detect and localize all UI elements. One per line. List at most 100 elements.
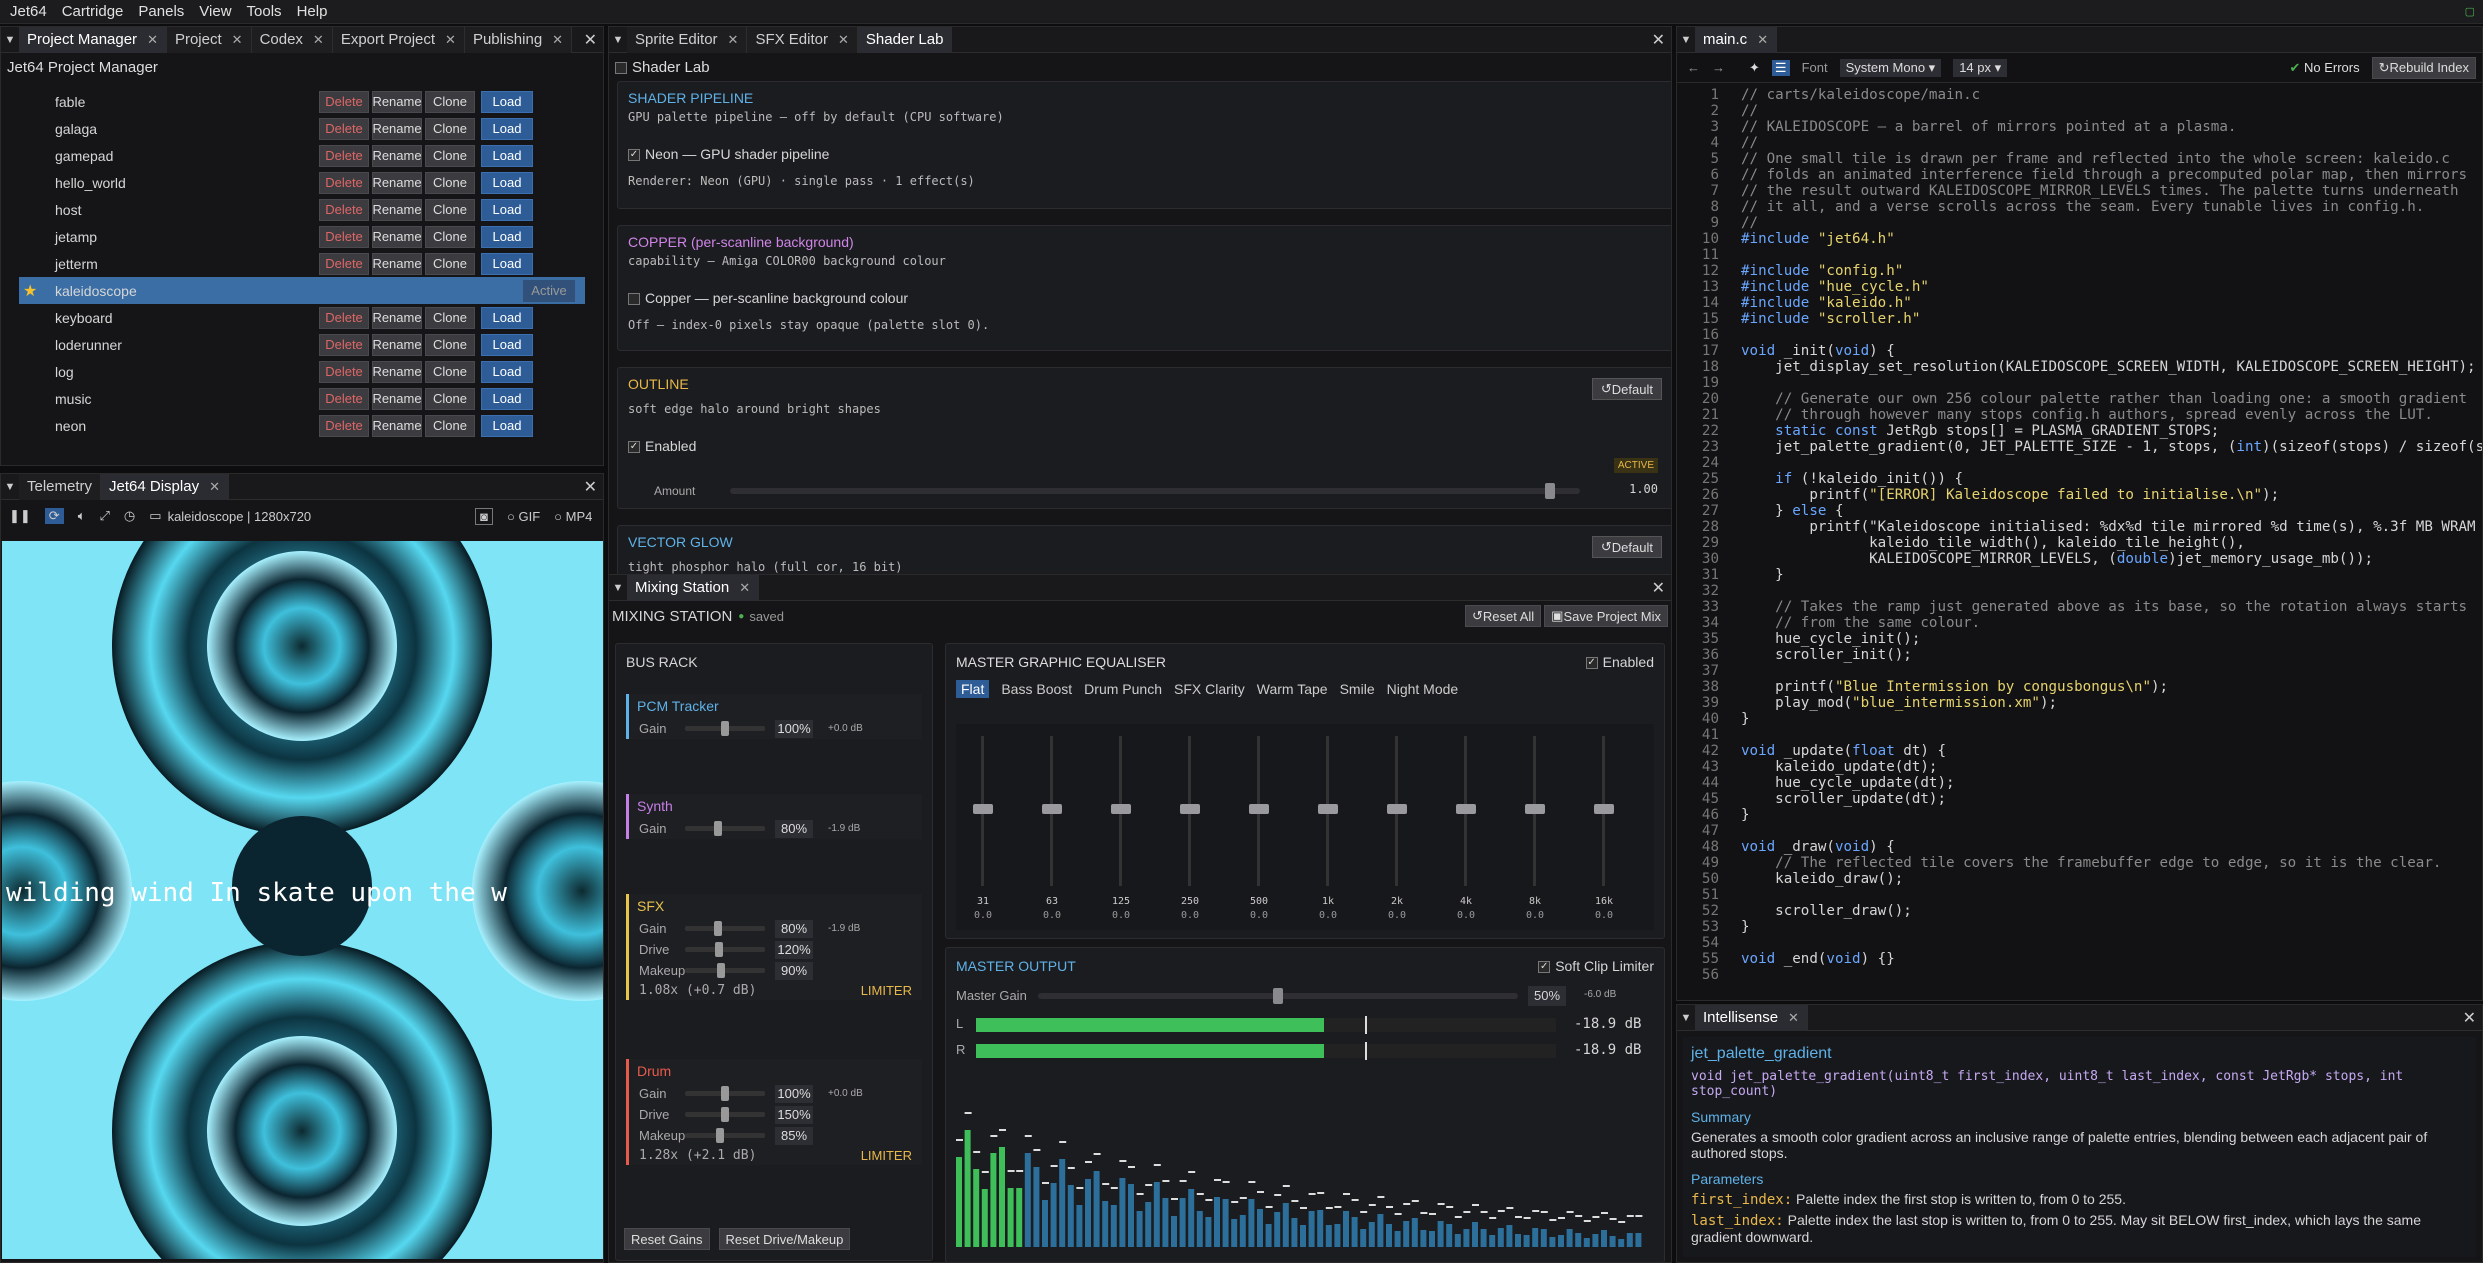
code-line[interactable]: 3 // KALEIDOSCOPE — a barrel of mirrors p…	[1677, 119, 2482, 135]
delete-button[interactable]: Delete	[319, 306, 369, 329]
load-button[interactable]: Load	[481, 333, 533, 356]
tab-sprite-editor[interactable]: Sprite Editor ✕	[627, 27, 748, 53]
tab-main-c[interactable]: main.c ✕	[1695, 27, 1778, 53]
eq-preset-night-mode[interactable]: Night Mode	[1387, 681, 1459, 697]
close-icon[interactable]: ✕	[584, 30, 597, 50]
eq-slider-handle[interactable]	[1387, 804, 1407, 814]
menu-panels[interactable]: Panels	[138, 3, 184, 20]
code-line[interactable]: 4 //	[1677, 135, 2482, 151]
eq-slider-handle[interactable]	[1249, 804, 1269, 814]
checkbox-icon[interactable]: ✓	[1585, 657, 1598, 670]
checkbox-icon[interactable]	[628, 293, 640, 306]
rename-button[interactable]: Rename	[372, 198, 422, 221]
code-line[interactable]: 22 static const JetRgb stops[] = PLASMA_…	[1677, 423, 2482, 439]
clone-button[interactable]: Clone	[425, 306, 475, 329]
project-row-gamepad[interactable]: gamepad Delete Rename Clone Load	[19, 142, 585, 169]
param-slider[interactable]	[685, 921, 765, 936]
param-slider[interactable]	[685, 821, 765, 836]
code-line[interactable]: 13 #include "hue_cycle.h"	[1677, 279, 2482, 295]
copper-toggle[interactable]: Copper — per-scanline background colour	[628, 290, 1662, 306]
code-line[interactable]: 53}	[1677, 919, 2482, 935]
load-button[interactable]: Load	[481, 414, 533, 437]
magic-wand-icon[interactable]: ✦	[1749, 60, 1760, 76]
delete-button[interactable]: Delete	[319, 333, 369, 356]
code-line[interactable]: 8 // it all, and a verse scrolls across t…	[1677, 199, 2482, 215]
tab-jet64-display[interactable]: Jet64 Display ✕	[101, 474, 229, 500]
code-line[interactable]: 49 // The reflected tile covers the fram…	[1677, 855, 2482, 871]
project-row-host[interactable]: host Delete Rename Clone Load	[19, 196, 585, 223]
reset-gains-button[interactable]: Reset Gains	[624, 1228, 710, 1250]
code-line[interactable]: 12 #include "config.h"	[1677, 263, 2482, 279]
tab-telemetry[interactable]: Telemetry	[19, 474, 102, 500]
eq-slider-handle[interactable]	[973, 804, 993, 814]
code-line[interactable]: 23 jet_palette_gradient(0, JET_PALETTE_S…	[1677, 439, 2482, 455]
tab-project-manager[interactable]: Project Manager ✕	[19, 27, 167, 53]
checkbox-icon[interactable]: ✓	[628, 149, 640, 162]
code-line[interactable]: 19	[1677, 375, 2482, 391]
project-row-hello_world[interactable]: hello_world Delete Rename Clone Load	[19, 169, 585, 196]
clone-button[interactable]: Clone	[425, 333, 475, 356]
project-row-keyboard[interactable]: keyboard Delete Rename Clone Load	[19, 304, 585, 331]
eq-preset-sfx-clarity[interactable]: SFX Clarity	[1174, 681, 1245, 697]
load-button[interactable]: Load	[481, 90, 533, 113]
font-select[interactable]: System Mono ▾	[1839, 58, 1942, 77]
speaker-icon[interactable]: 🔈︎	[78, 508, 86, 524]
code-line[interactable]: 55 void _end(void) {}	[1677, 951, 2482, 967]
reset-all-button[interactable]: ↺ Reset All	[1464, 605, 1542, 627]
rename-button[interactable]: Rename	[372, 360, 422, 383]
code-line[interactable]: 34 // from the same colour.	[1677, 615, 2482, 631]
code-line[interactable]: 17 void _init(void) {	[1677, 343, 2482, 359]
code-line[interactable]: 45 scroller_update(dt);	[1677, 791, 2482, 807]
param-slider[interactable]	[685, 942, 765, 957]
eq-slider-handle[interactable]	[1525, 804, 1545, 814]
clone-button[interactable]: Clone	[425, 117, 475, 140]
code-line[interactable]: 37	[1677, 663, 2482, 679]
code-line[interactable]: 35 hue_cycle_init();	[1677, 631, 2482, 647]
code-line[interactable]: 47	[1677, 823, 2482, 839]
rename-button[interactable]: Rename	[372, 171, 422, 194]
code-line[interactable]: 6 // folds an animated interference field…	[1677, 167, 2482, 183]
project-row-jetterm[interactable]: jetterm Delete Rename Clone Load	[19, 250, 585, 277]
slider-handle[interactable]	[717, 963, 725, 978]
close-icon[interactable]: ✕	[552, 32, 563, 48]
master-gain-slider[interactable]	[1038, 988, 1518, 1004]
load-button[interactable]: Load	[481, 360, 533, 383]
camera-icon[interactable]: ◙	[475, 507, 494, 525]
code-line[interactable]: 24	[1677, 455, 2482, 471]
project-row-loderunner[interactable]: loderunner Delete Rename Clone Load	[19, 331, 585, 358]
tab-sfx-editor[interactable]: SFX Editor ✕	[747, 27, 858, 53]
loop-icon[interactable]: ⟳	[44, 508, 64, 524]
load-button[interactable]: Load	[481, 252, 533, 275]
code-line[interactable]: 43 kaleido_update(dt);	[1677, 759, 2482, 775]
eq-slider-handle[interactable]	[1594, 804, 1614, 814]
forward-arrow-icon[interactable]: →	[1712, 60, 1725, 75]
code-line[interactable]: 28 printf("Kaleidoscope initialised: %dx…	[1677, 519, 2482, 535]
close-icon[interactable]: ✕	[1652, 30, 1665, 50]
eq-preset-flat[interactable]: Flat	[956, 680, 990, 698]
tab-mixing-station[interactable]: Mixing Station ✕	[627, 575, 760, 601]
tab-shader-lab[interactable]: Shader Lab	[857, 27, 953, 53]
checkbox-icon[interactable]: ✓	[1538, 961, 1551, 974]
clone-button[interactable]: Clone	[425, 387, 475, 410]
close-icon[interactable]: ✕	[1757, 32, 1768, 48]
project-row-music[interactable]: music Delete Rename Clone Load	[19, 385, 585, 412]
project-row-jetamp[interactable]: jetamp Delete Rename Clone Load	[19, 223, 585, 250]
eq-preset-drum-punch[interactable]: Drum Punch	[1084, 681, 1162, 697]
collapse-checkbox[interactable]	[615, 62, 627, 75]
param-slider[interactable]	[685, 1107, 765, 1122]
code-line[interactable]: 46}	[1677, 807, 2482, 823]
eq-slider-handle[interactable]	[1318, 804, 1338, 814]
rename-button[interactable]: Rename	[372, 333, 422, 356]
load-button[interactable]: Load	[481, 171, 533, 194]
code-line[interactable]: 48 void _draw(void) {	[1677, 839, 2482, 855]
param-slider[interactable]	[685, 1086, 765, 1101]
delete-button[interactable]: Delete	[319, 90, 369, 113]
close-icon[interactable]: ✕	[728, 32, 739, 48]
code-line[interactable]: 50 kaleido_draw();	[1677, 871, 2482, 887]
panel-menu-icon[interactable]: ▼	[1677, 34, 1695, 46]
rename-button[interactable]: Rename	[372, 90, 422, 113]
code-line[interactable]: 18 jet_display_set_resolution(KALEIDOSCO…	[1677, 359, 2482, 375]
gif-radio[interactable]: ○ GIF	[507, 509, 540, 524]
clone-button[interactable]: Clone	[425, 360, 475, 383]
project-row-log[interactable]: log Delete Rename Clone Load	[19, 358, 585, 385]
